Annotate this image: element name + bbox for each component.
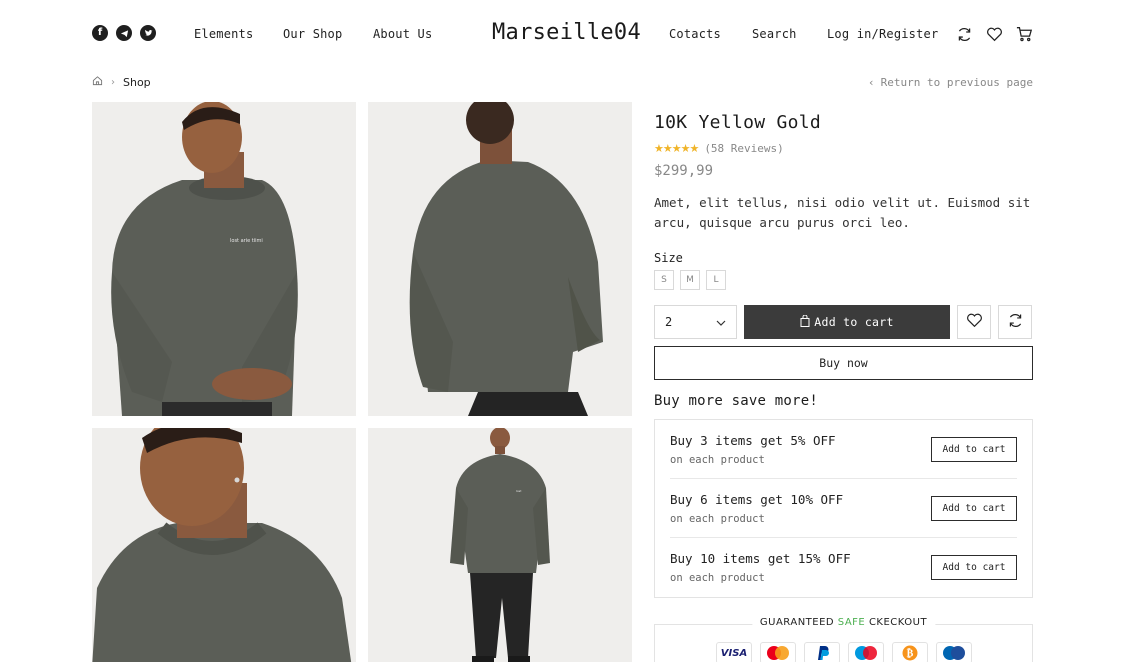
paypal-icon — [804, 642, 840, 662]
offer-subtext: on each product — [670, 572, 765, 584]
offer-name: Buy 10 items get 15% OFF — [670, 551, 851, 566]
size-option-l[interactable]: L — [706, 270, 726, 290]
nav-search[interactable]: Search — [752, 27, 797, 41]
twitter-icon[interactable] — [140, 25, 156, 41]
product-info: 10K Yellow Gold ★★★★★ (58 Reviews) $299,… — [654, 112, 1033, 662]
breadcrumb-current[interactable]: Shop — [123, 76, 151, 89]
checkout-label-safe: SAFE — [837, 617, 866, 628]
heart-icon — [966, 313, 983, 332]
offer-add-to-cart-button[interactable]: Add to cart — [931, 495, 1017, 521]
mastercard-blue-icon — [936, 642, 972, 662]
product-photo-profile[interactable] — [92, 428, 356, 662]
buy-now-button[interactable]: Buy now — [654, 346, 1033, 380]
return-link[interactable]: ‹ Return to previous page — [868, 76, 1033, 89]
breadcrumb: › Shop — [92, 75, 151, 89]
chevron-left-icon: ‹ — [868, 76, 875, 89]
product-gallery: lost arie tiimi lost — [92, 102, 632, 662]
home-icon[interactable] — [92, 75, 103, 89]
product-title: 10K Yellow Gold — [654, 112, 822, 133]
size-label: Size — [654, 251, 683, 265]
mastercard-icon — [760, 642, 796, 662]
return-link-label: Return to previous page — [880, 76, 1033, 89]
offer-add-to-cart-button[interactable]: Add to cart — [931, 436, 1017, 462]
product-photo-back[interactable] — [368, 102, 632, 416]
add-to-cart-button[interactable]: Add to cart — [744, 305, 950, 339]
nav-elements[interactable]: Elements — [194, 27, 253, 41]
product-price: $299,99 — [654, 163, 714, 179]
social-links: f — [92, 25, 156, 41]
sweatshirt-print: lost arie tiimi — [230, 238, 263, 244]
add-to-cart-label: Add to cart — [814, 315, 894, 329]
offer-subtext: on each product — [670, 453, 765, 466]
product-rating: ★★★★★ (58 Reviews) — [654, 142, 1033, 155]
reviews-link[interactable]: (58 Reviews) — [704, 142, 783, 155]
payment-methods: VISA ₿ — [716, 642, 972, 662]
visa-text: VISA — [720, 647, 748, 659]
checkout-label-part: GUARANTEED — [759, 617, 835, 628]
quantity-select[interactable]: 2 — [654, 305, 737, 339]
header-actions — [955, 25, 1033, 43]
chevron-down-icon — [716, 315, 726, 329]
chevron-right-icon: › — [111, 76, 115, 88]
facebook-icon[interactable]: f — [92, 25, 108, 41]
bulk-offer-row: Buy 3 items get 5% OFF on each product A… — [670, 420, 1017, 479]
shopping-bag-icon — [800, 314, 810, 330]
bulk-offer-row: Buy 10 items get 15% OFF on each product… — [670, 538, 1017, 597]
brand-logo[interactable]: Marseille04 — [492, 20, 641, 45]
size-option-s[interactable]: S — [654, 270, 674, 290]
product-photo-front[interactable]: lost arie tiimi — [92, 102, 356, 416]
offer-name: Buy 3 items get 5% OFF — [670, 432, 836, 448]
checkout-label-part: CKECKOUT — [868, 617, 928, 628]
offer-add-to-cart-button[interactable]: Add to cart — [931, 555, 1017, 580]
bulk-offer-row: Buy 6 items get 10% OFF on each product … — [670, 479, 1017, 538]
size-options: S M L — [654, 270, 1033, 290]
star-rating-icon: ★★★★★ — [654, 142, 699, 155]
safe-checkout-label: GUARANTEED SAFE CKECKOUT — [751, 617, 936, 628]
compare-button[interactable] — [998, 305, 1032, 339]
compare-icon[interactable] — [955, 25, 973, 43]
cart-icon[interactable] — [1015, 25, 1033, 43]
compare-icon — [1007, 312, 1024, 333]
safe-checkout-box: GUARANTEED SAFE CKECKOUT VISA ₿ — [654, 617, 1033, 662]
site-header: f Elements Our Shop About Us Marseille04… — [0, 0, 1125, 68]
purchase-row: 2 Add to cart — [654, 305, 1033, 339]
maestro-icon — [848, 642, 884, 662]
wishlist-button[interactable] — [957, 305, 991, 339]
product-photo-full-body[interactable]: lost — [368, 428, 632, 662]
nav-about-us[interactable]: About Us — [373, 27, 432, 41]
quantity-value: 2 — [665, 315, 673, 329]
nav-login-register[interactable]: Log in/Register — [827, 27, 938, 41]
size-option-m[interactable]: M — [680, 270, 700, 290]
telegram-icon[interactable] — [116, 25, 132, 41]
offer-subtext: on each product — [670, 512, 765, 525]
heart-icon[interactable] — [985, 25, 1003, 43]
offer-name: Buy 6 items get 10% OFF — [670, 491, 844, 507]
svg-text:₿: ₿ — [907, 648, 914, 660]
svg-text:lost: lost — [516, 489, 522, 493]
bitcoin-icon: ₿ — [892, 642, 928, 662]
nav-contacts[interactable]: Cotacts — [669, 27, 721, 41]
bulk-offers: Buy 3 items get 5% OFF on each product A… — [654, 419, 1033, 598]
visa-icon: VISA — [716, 642, 752, 662]
nav-our-shop[interactable]: Our Shop — [283, 27, 342, 41]
product-description: Amet, elit tellus, nisi odio velit ut. E… — [654, 195, 1031, 230]
bulk-offers-title: Buy more save more! — [654, 393, 818, 409]
